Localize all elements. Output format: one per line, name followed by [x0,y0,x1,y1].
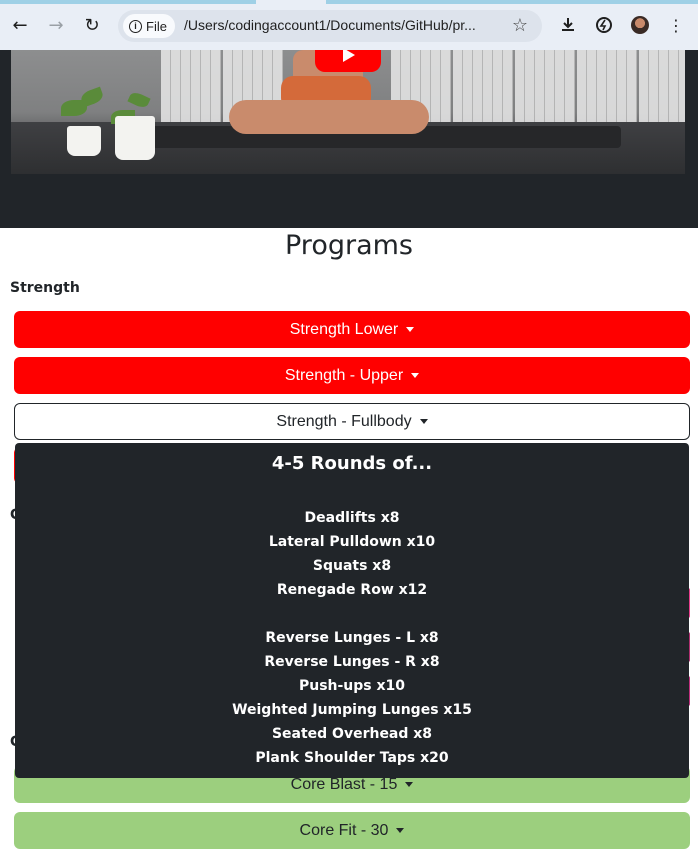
strength-upper-dropdown-button[interactable]: Strength - Upper [14,357,690,394]
back-icon[interactable]: ← [9,14,31,36]
button-label: Strength Lower [289,320,399,338]
dropdown-item[interactable]: Deadlifts x8 [15,510,689,526]
plant-decor [41,50,181,162]
dropdown-item[interactable]: Squats x8 [15,558,689,574]
tab-strip [0,0,698,4]
dropdown-item[interactable]: Push-ups x10 [15,678,689,694]
url-text[interactable]: /Users/codingaccount1/Documents/GitHub/p… [184,17,500,33]
dropdown-item[interactable]: Weighted Jumping Lunges x15 [15,702,689,718]
video-section [0,50,698,228]
button-label: Core Fit - 30 [299,821,389,839]
file-chip-label: File [146,18,167,34]
dropdown-item[interactable]: Reverse Lunges - R x8 [15,654,689,670]
site-info-chip[interactable]: i File [123,14,175,38]
play-button-icon[interactable] [315,50,381,72]
button-label: Strength - Fullbody [276,412,412,430]
strength-fullbody-dropdown-menu: 4-5 Rounds of... Deadlifts x8 Lateral Pu… [15,443,689,778]
more-menu-icon[interactable]: ⋮ [665,14,687,36]
caret-down-icon [396,828,405,833]
strength-lower-dropdown-button[interactable]: Strength Lower [14,311,690,348]
extension-icon[interactable] [593,14,615,36]
forward-icon[interactable]: → [45,14,67,36]
bookmark-star-icon[interactable]: ☆ [512,15,528,36]
strength-fullbody-dropdown-button[interactable]: Strength - Fullbody [14,403,690,440]
reload-icon[interactable]: ↻ [81,14,103,36]
dropdown-item[interactable]: Seated Overhead x8 [15,726,689,742]
caret-down-icon [406,327,415,332]
page-title: Programs [285,230,413,261]
button-label: Strength - Upper [284,366,404,384]
dropdown-heading: 4-5 Rounds of... [271,453,433,474]
caret-down-icon [405,782,414,787]
button-label: Core Blast - 15 [290,775,398,793]
info-icon: i [129,19,142,33]
browser-toolbar: ← → ↻ i File /Users/codingaccount1/Docum… [0,0,698,50]
caret-down-icon [419,419,428,424]
download-icon[interactable] [557,14,579,36]
dropdown-item[interactable]: Reverse Lunges - L x8 [15,630,689,646]
caret-down-icon [411,373,420,378]
video-player[interactable] [11,50,685,174]
dropdown-item[interactable]: Plank Shoulder Taps x20 [15,750,689,766]
dropdown-item[interactable]: Renegade Row x12 [15,582,689,598]
profile-avatar[interactable] [629,14,651,36]
core-fit-dropdown-button[interactable]: Core Fit - 30 [14,812,690,849]
section-strength-label: Strength [10,280,80,296]
address-bar[interactable]: i File /Users/codingaccount1/Documents/G… [118,10,542,42]
dropdown-item[interactable]: Lateral Pulldown x10 [15,534,689,550]
